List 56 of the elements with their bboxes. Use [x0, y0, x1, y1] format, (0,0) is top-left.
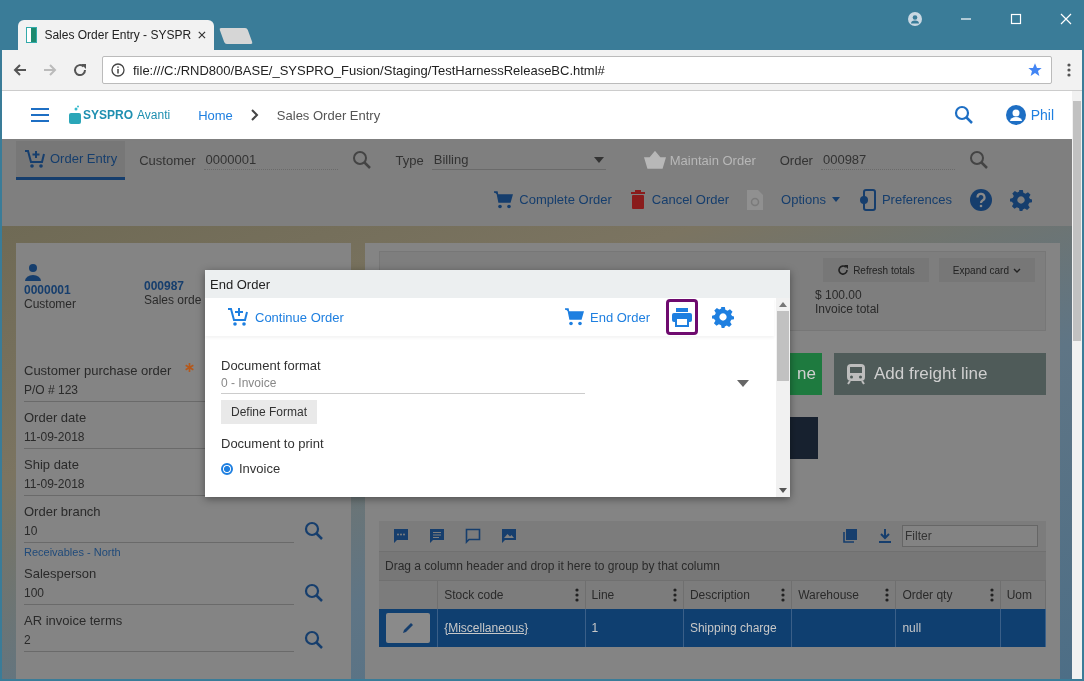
- table-cell: Shipping charge: [689, 621, 777, 635]
- breadcrumb-current: Sales Order Entry: [276, 107, 381, 123]
- column-header[interactable]: Line: [591, 588, 615, 602]
- customer-field[interactable]: 0000001: [203, 150, 338, 170]
- document-to-print-label: Document to print: [221, 436, 324, 451]
- browser-tab[interactable]: Sales Order Entry - SYSPR: [18, 20, 214, 50]
- field-label: Ship date: [24, 457, 79, 472]
- stock-code-link[interactable]: {Miscellaneous}: [444, 621, 529, 635]
- address-field[interactable]: file:///C:/RND800/BASE/_SYSPRO_Fusion/Staging/TestHarnessReleaseBC.html#: [102, 56, 1052, 84]
- input-field[interactable]: 2: [24, 628, 294, 652]
- define-format-button[interactable]: Define Format: [221, 400, 318, 424]
- field-label: Salesperson: [24, 566, 97, 581]
- options-dropdown[interactable]: Options: [781, 192, 840, 207]
- type-label: Type: [395, 152, 424, 168]
- invoice-total-caption: Invoice total: [815, 302, 881, 316]
- table-cell: 1: [591, 621, 599, 635]
- order-number-link[interactable]: 000987: [144, 279, 185, 293]
- field-label: Order date: [24, 410, 87, 425]
- type-dropdown[interactable]: Billing: [431, 150, 606, 170]
- complete-order-button[interactable]: Complete Order: [493, 189, 612, 210]
- dialog-title: End Order: [205, 270, 790, 298]
- logo: SYSPRO Avanti: [68, 105, 171, 125]
- grid-row[interactable]: {Miscellaneous} 1 Shipping charge null: [379, 609, 1046, 647]
- column-header[interactable]: Order qty: [902, 588, 953, 602]
- document-format-label: Document format: [221, 358, 321, 373]
- group-by-hint: Drag a column header and drop it here to group by that column: [379, 551, 1046, 581]
- order-caption: Sales orde: [144, 293, 202, 307]
- column-header[interactable]: Stock code: [444, 588, 504, 602]
- document-format-dropdown[interactable]: 0 - Invoice: [221, 373, 585, 394]
- field-label: Customer purchase order: [24, 363, 172, 378]
- order-entry-tab[interactable]: Order Entry: [16, 140, 126, 180]
- customer-caption: Customer: [24, 297, 76, 311]
- filter-field[interactable]: Filter: [902, 525, 1038, 547]
- input-field[interactable]: 100: [24, 581, 294, 605]
- column-header[interactable]: Description: [689, 588, 750, 602]
- order-field[interactable]: 000987: [820, 150, 955, 170]
- field-label: AR invoice terms: [24, 613, 123, 628]
- input-field[interactable]: 10: [24, 519, 294, 543]
- table-cell: null: [902, 621, 922, 635]
- expand-card-button[interactable]: Expand card: [938, 258, 1035, 282]
- branch-description: Receivables - North: [24, 546, 121, 558]
- order-label: Order: [779, 152, 813, 168]
- add-freight-line-button[interactable]: Add freight line: [834, 353, 1046, 395]
- customer-code-link[interactable]: 0000001: [24, 283, 71, 297]
- column-header[interactable]: Uom: [1006, 588, 1032, 602]
- column-header[interactable]: Warehouse: [798, 588, 860, 602]
- refresh-totals-button[interactable]: Refresh totals: [823, 258, 929, 282]
- customer-label: Customer: [139, 152, 196, 168]
- user-menu[interactable]: Phil: [1005, 105, 1054, 125]
- cancel-order-button[interactable]: Cancel Order: [629, 189, 730, 210]
- end-order-button[interactable]: End Order: [564, 307, 650, 327]
- field-label: Order branch: [24, 504, 101, 519]
- continue-order-button[interactable]: Continue Order: [227, 307, 344, 327]
- breadcrumb-link[interactable]: Home: [198, 107, 233, 123]
- preferences-button[interactable]: Preferences: [857, 188, 952, 211]
- invoice-total-amount: $ 100.00: [815, 288, 863, 302]
